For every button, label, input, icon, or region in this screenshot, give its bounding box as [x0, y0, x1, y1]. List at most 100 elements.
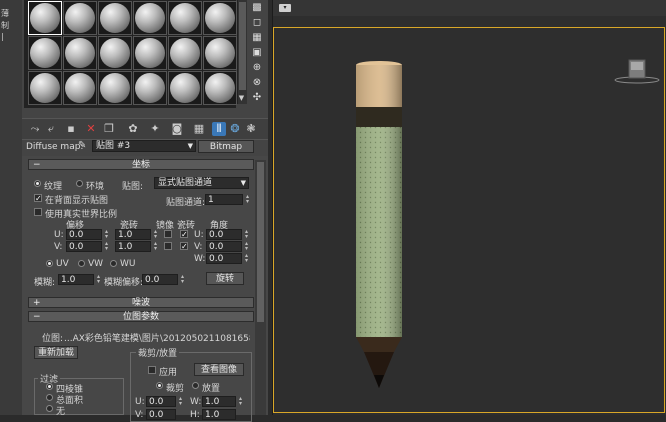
- blur-offset-field[interactable]: 0.0: [142, 274, 178, 285]
- coordinates-rollout-header[interactable]: − 坐标: [28, 159, 254, 170]
- sample-slot[interactable]: [203, 36, 237, 70]
- crop-radio[interactable]: [156, 382, 163, 389]
- v-angle-label: V:: [194, 242, 203, 252]
- make-preview-icon[interactable]: ⊗: [250, 77, 264, 89]
- sample-slot[interactable]: [133, 36, 167, 70]
- sample-slot[interactable]: [168, 71, 202, 105]
- unique-icon[interactable]: ✿: [126, 122, 140, 136]
- noise-rollout-header[interactable]: + 噪波: [28, 297, 254, 308]
- map-channel-field[interactable]: 1: [205, 194, 243, 205]
- spinner-icon[interactable]: ▴ ▾: [179, 274, 186, 285]
- command-panel-strip: 薄 制 |: [0, 0, 23, 415]
- sample-slot[interactable]: [28, 36, 62, 70]
- sample-slot[interactable]: [133, 71, 167, 105]
- show-end-result-icon[interactable]: ⫴: [212, 122, 226, 136]
- assign-icon[interactable]: ▪: [64, 122, 78, 136]
- options-icon[interactable]: ✦: [148, 122, 162, 136]
- place-radio[interactable]: [192, 382, 199, 389]
- rotate-button[interactable]: 旋转: [206, 272, 244, 285]
- spinner-icon[interactable]: ▴ ▾: [103, 241, 110, 252]
- eyedropper-icon[interactable]: ✎: [78, 140, 86, 151]
- rollout-scrollbar[interactable]: [255, 160, 266, 415]
- bitmap-params-rollout-header[interactable]: − 位图参数: [28, 311, 254, 322]
- background-icon[interactable]: ▦: [192, 122, 206, 136]
- sample-slot[interactable]: [168, 36, 202, 70]
- crop-w-field[interactable]: 1.0: [202, 396, 236, 407]
- spinner-icon[interactable]: ▴ ▾: [243, 241, 250, 252]
- spinner-icon[interactable]: ▴ ▾: [103, 229, 110, 240]
- show-map-icon[interactable]: ◙: [170, 122, 184, 136]
- sample-slot[interactable]: [98, 71, 132, 105]
- map-type-button[interactable]: Bitmap: [198, 140, 254, 153]
- u-mirror-checkbox[interactable]: [164, 230, 172, 238]
- bitmap-path-button[interactable]: ...AX彩色铅笔建模\图片\20120502110816588325.jpg: [64, 331, 250, 344]
- uv-radio[interactable]: [46, 260, 53, 267]
- sample-slot[interactable]: [63, 71, 97, 105]
- v-tile-checkbox[interactable]: ✓: [180, 242, 188, 251]
- w-angle-field[interactable]: 0.0: [206, 253, 242, 264]
- v-tiling-field[interactable]: 1.0: [115, 241, 151, 252]
- spinner-icon[interactable]: ▴ ▾: [152, 241, 159, 252]
- v-offset-field[interactable]: 0.0: [66, 241, 102, 252]
- spinner-icon[interactable]: ▴ ▾: [177, 396, 184, 407]
- viewcube-icon[interactable]: [614, 59, 660, 84]
- v-angle-field[interactable]: 0.0: [206, 241, 242, 252]
- show-back-checkbox[interactable]: ✓: [34, 194, 42, 203]
- mapping-dropdown[interactable]: 显式贴图通道 ▼: [154, 177, 249, 189]
- texture-radio[interactable]: [34, 180, 41, 187]
- copy-icon[interactable]: ❐: [102, 122, 116, 136]
- reload-button[interactable]: 重新加载: [34, 346, 78, 359]
- crop-u-field[interactable]: 0.0: [146, 396, 176, 407]
- delete-icon[interactable]: ✕: [84, 122, 98, 136]
- sample-slot[interactable]: [63, 1, 97, 35]
- scroll-down-icon[interactable]: ▼: [237, 94, 246, 102]
- spinner-icon[interactable]: ▴ ▾: [95, 274, 102, 285]
- put-icon[interactable]: ⤶: [44, 122, 58, 136]
- sample-type-icon[interactable]: ▩: [250, 2, 264, 14]
- pick-icon[interactable]: ⤳: [28, 122, 42, 136]
- sample-slot[interactable]: [28, 71, 62, 105]
- sample-slot[interactable]: [63, 36, 97, 70]
- spinner-icon[interactable]: ▴ ▾: [152, 229, 159, 240]
- sample-uv-icon[interactable]: ▣: [250, 47, 264, 59]
- sample-slot[interactable]: [203, 1, 237, 35]
- slots-scrollbar[interactable]: [237, 0, 247, 104]
- background-icon[interactable]: ▦: [250, 32, 264, 44]
- scrollbar-thumb[interactable]: [239, 2, 246, 90]
- sample-slot[interactable]: [133, 1, 167, 35]
- go-parent-icon[interactable]: ❂: [228, 122, 242, 136]
- scrollbar-thumb[interactable]: [257, 162, 264, 322]
- perspective-viewport[interactable]: ▾: [272, 0, 666, 415]
- options-icon[interactable]: ✣: [250, 92, 264, 104]
- go-sibling-icon[interactable]: ❃: [244, 122, 258, 136]
- real-world-checkbox[interactable]: [34, 208, 42, 216]
- u-tile-checkbox[interactable]: ✓: [180, 230, 188, 239]
- pyramidal-radio[interactable]: [46, 383, 53, 390]
- spinner-icon[interactable]: ▴ ▾: [243, 253, 250, 264]
- vw-radio[interactable]: [78, 260, 85, 267]
- spinner-icon[interactable]: ▴ ▾: [237, 396, 244, 407]
- sample-slot[interactable]: [98, 36, 132, 70]
- u-offset-field[interactable]: 0.0: [66, 229, 102, 240]
- apply-checkbox[interactable]: [148, 366, 156, 374]
- view-image-button[interactable]: 查看图像: [194, 363, 244, 376]
- backlight-icon[interactable]: ◻: [250, 17, 264, 29]
- vw-label: VW: [88, 259, 104, 269]
- sample-slot[interactable]: [203, 71, 237, 105]
- sample-slot[interactable]: [98, 1, 132, 35]
- summed-area-radio[interactable]: [46, 394, 53, 401]
- blur-field[interactable]: 1.0: [58, 274, 94, 285]
- wu-radio[interactable]: [110, 260, 117, 267]
- sample-slot[interactable]: [28, 1, 62, 35]
- spinner-icon[interactable]: ▴ ▾: [243, 229, 250, 240]
- v-mirror-checkbox[interactable]: [164, 242, 172, 250]
- map-name-field[interactable]: 贴图 #3 ▼: [92, 140, 196, 152]
- environ-radio[interactable]: [76, 180, 83, 187]
- sample-slot[interactable]: [168, 1, 202, 35]
- u-angle-field[interactable]: 0.0: [206, 229, 242, 240]
- spinner-icon[interactable]: ▴ ▾: [244, 194, 251, 205]
- no-filter-radio[interactable]: [46, 405, 53, 412]
- u-tiling-field[interactable]: 1.0: [115, 229, 151, 240]
- pencil-model[interactable]: [356, 61, 402, 388]
- video-check-icon[interactable]: ⊕: [250, 62, 264, 74]
